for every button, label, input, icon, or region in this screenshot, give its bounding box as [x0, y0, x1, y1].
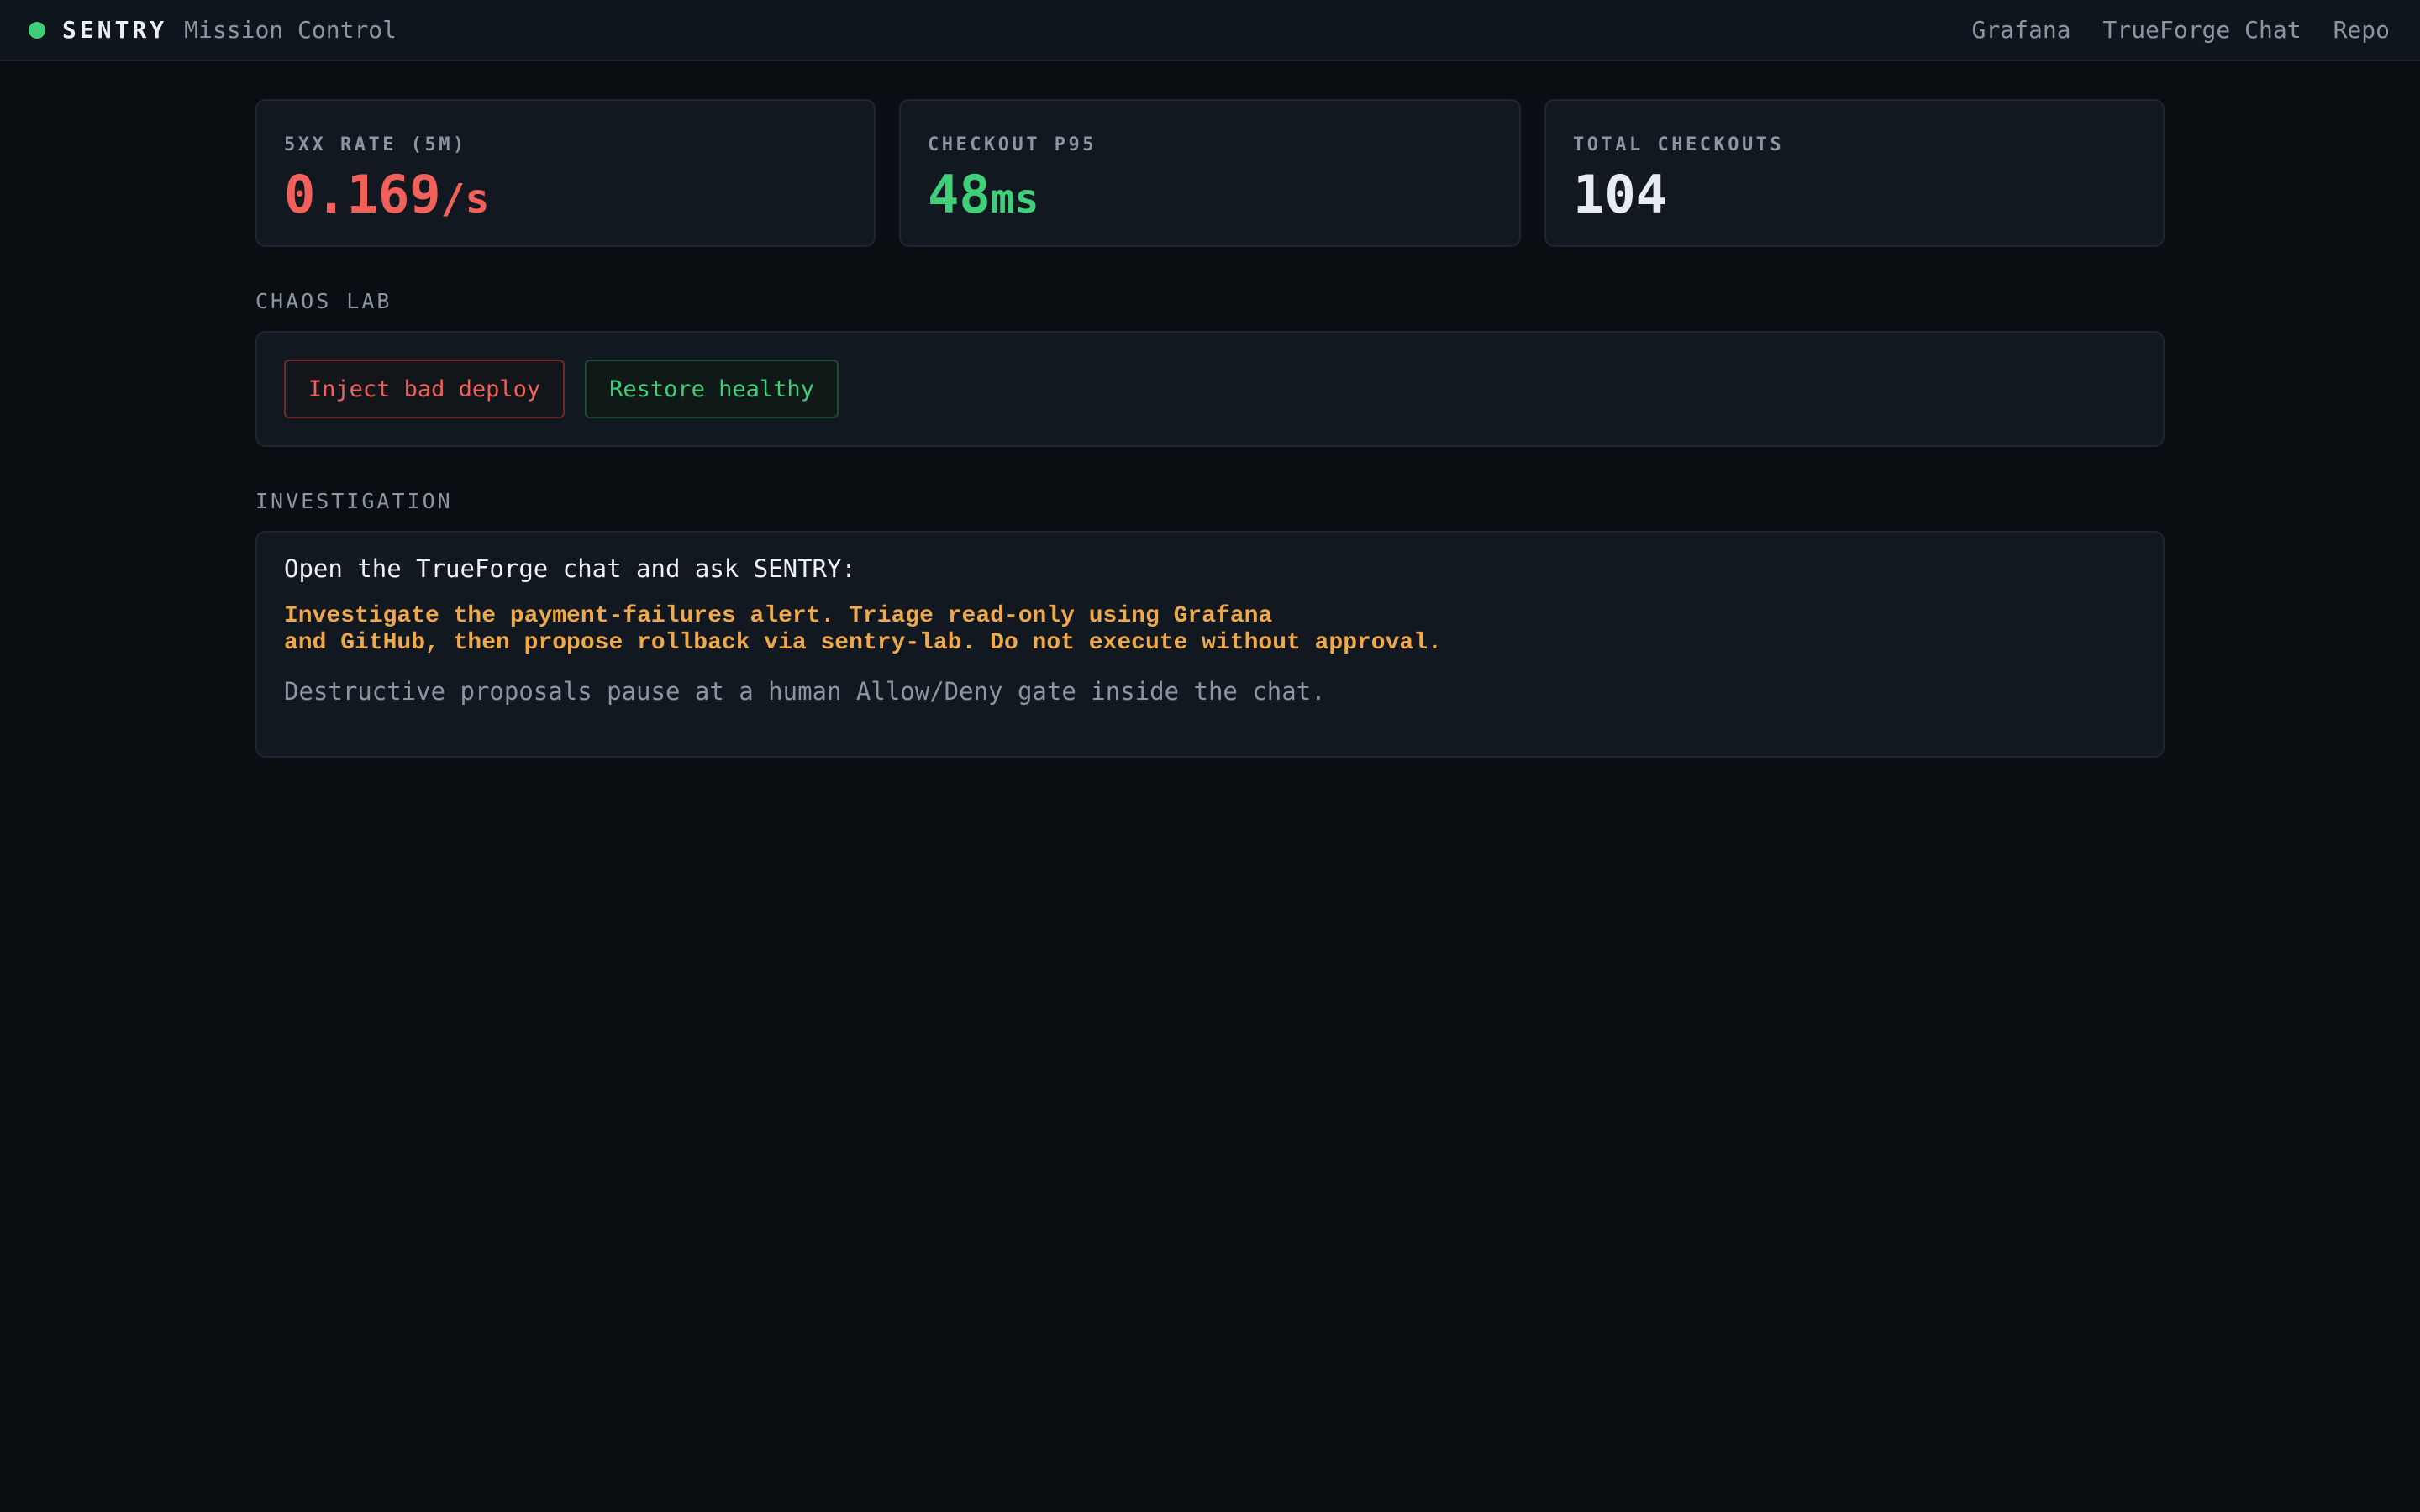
stat-card-5xx-rate: 5XX RATE (5M) 0.169/s [255, 99, 876, 247]
nav-link-grafana[interactable]: Grafana [1972, 16, 2071, 44]
stat-label: TOTAL CHECKOUTS [1573, 134, 1785, 155]
investigation-instruction: Open the TrueForge chat and ask SENTRY: [284, 554, 856, 583]
stat-label: 5XX RATE (5M) [284, 134, 467, 155]
top-nav: Grafana TrueForge Chat Repo [1972, 0, 2390, 60]
stat-card-total-checkouts: TOTAL CHECKOUTS 104 [1544, 99, 2165, 247]
chaos-lab-heading: CHAOS LAB [255, 289, 392, 313]
brand-subtitle: Mission Control [184, 16, 397, 44]
investigation-prompt: Investigate the payment-failures alert. … [284, 603, 1442, 657]
status-dot-icon [29, 21, 45, 39]
chaos-lab-panel: Inject bad deploy Restore healthy [255, 331, 2165, 447]
stat-value: 104 [1573, 160, 1667, 234]
brand: SENTRY Mission Control [29, 0, 397, 60]
stat-unit: /s [440, 176, 490, 223]
stat-card-checkout-p95: CHECKOUT P95 48ms [899, 99, 1521, 247]
top-bar: SENTRY Mission Control Grafana TrueForge… [0, 0, 2420, 61]
prompt-line: and GitHub, then propose rollback via se… [284, 630, 1442, 656]
stat-number: 104 [1573, 164, 1667, 225]
stat-label: CHECKOUT P95 [928, 134, 1097, 155]
stat-value: 0.169/s [284, 160, 489, 234]
prompt-line: Investigate the payment-failures alert. … [284, 603, 1273, 629]
nav-link-trueforge-chat[interactable]: TrueForge Chat [2103, 16, 2302, 44]
nav-link-repo[interactable]: Repo [2333, 16, 2390, 44]
stat-number: 48 [928, 164, 991, 225]
investigation-heading: INVESTIGATION [255, 489, 453, 513]
investigation-note: Destructive proposals pause at a human A… [284, 677, 1326, 706]
brand-name: SENTRY [62, 16, 168, 44]
restore-healthy-button[interactable]: Restore healthy [585, 360, 839, 418]
investigation-panel: Open the TrueForge chat and ask SENTRY: … [255, 531, 2165, 758]
inject-bad-deploy-button[interactable]: Inject bad deploy [284, 360, 565, 418]
stat-number: 0.169 [284, 164, 441, 225]
stat-value: 48ms [928, 160, 1039, 234]
stat-unit: ms [990, 176, 1039, 223]
